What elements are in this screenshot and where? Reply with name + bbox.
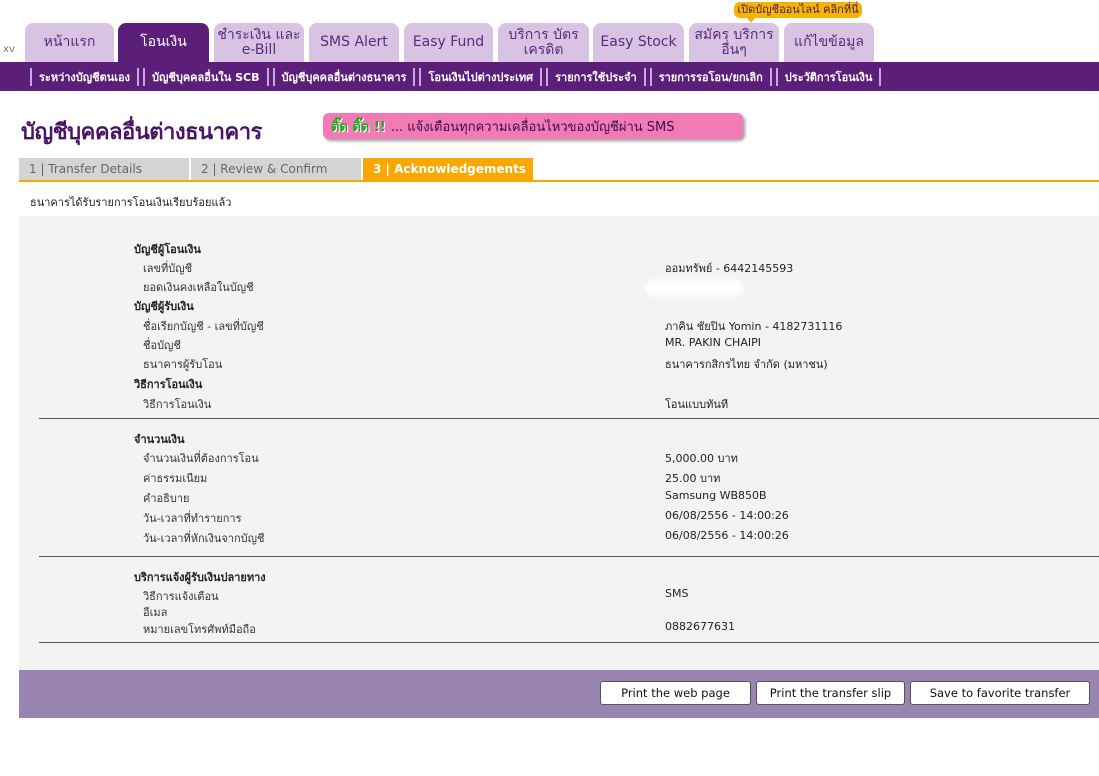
to-name-label: ชื่อบัญชี [143, 339, 181, 352]
tab-home[interactable]: หน้าแรก [25, 23, 114, 62]
method-value: โอนแบบทันที [665, 398, 729, 411]
print-transfer-slip-button[interactable]: Print the transfer slip [756, 681, 905, 705]
print-web-page-button[interactable]: Print the web page [600, 681, 751, 705]
subnav-own-accounts[interactable]: ระหว่างบัญชีตนเอง [30, 67, 140, 86]
section-to-account: บัญชีผู้รับเงิน [134, 300, 194, 313]
top-navigation: xv เปิดบัญชีออนไลน์ คลิกที่นี่ หน้าแรก โ… [0, 0, 1099, 62]
description-label: คำอธิบาย [143, 492, 190, 505]
steps-divider [19, 180, 1099, 182]
to-bank-value: ธนาคารกสิกรไทย จำกัด (มหาชน) [665, 358, 828, 371]
section-notify-recipient: บริการแจ้งผู้รับเงินปลายทาง [134, 571, 266, 584]
to-name-value: MR. PAKIN CHAIPI [665, 336, 761, 349]
subnav-history[interactable]: ประวัติการโอนเงิน [775, 67, 882, 86]
phone-value: 0882677631 [665, 620, 735, 633]
divider-1 [39, 418, 1099, 419]
transaction-time-value: 06/08/2556 - 14:00:26 [665, 509, 789, 522]
to-alias-value: ภาคิน ชัยปิน Yomin - 4182731116 [665, 320, 843, 333]
from-account-label: เลขที่บัญชี [143, 262, 193, 275]
tab-transfer[interactable]: โอนเงิน [118, 23, 209, 62]
description-value: Samsung WB850B [665, 489, 767, 502]
section-transfer-method: วิธีการโอนเงิน [134, 378, 203, 391]
fee-label: ค่าธรรมเนียม [143, 472, 208, 485]
sms-banner-text: ... แจ้งเตือนทุกความเคลื่อนไหวของบัญชีผ่… [390, 119, 675, 135]
divider-3 [39, 642, 1099, 643]
step-transfer-details: 1 | Transfer Details [19, 158, 189, 180]
debit-time-label: วัน-เวลาที่หักเงินจากบัญชี [143, 532, 265, 545]
balance-label: ยอดเงินคงเหลือในบัญชี [143, 281, 254, 294]
step-acknowledgements: 3 | Acknowledgements [363, 158, 533, 180]
tab-easy-fund[interactable]: Easy Fund [404, 23, 493, 62]
step-review-confirm: 2 | Review & Confirm [191, 158, 361, 180]
xv-label: xv [3, 44, 15, 55]
subnav-international[interactable]: โอนเงินไปต่างประเทศ [419, 67, 543, 86]
fee-value: 25.00 บาท [665, 472, 721, 485]
subnav-frequent[interactable]: รายการใช้ประจำ [546, 67, 646, 86]
subnav-scb-accounts[interactable]: บัญชีบุคคลอื่นใน SCB [143, 67, 269, 86]
transfer-subnav: ระหว่างบัญชีตนเอง บัญชีบุคคลอื่นใน SCB บ… [0, 62, 1099, 91]
tab-edit-profile[interactable]: แก้ไขข้อมูล [784, 23, 874, 62]
section-amount: จำนวนเงิน [134, 433, 185, 446]
section-from-account: บัญชีผู้โอนเงิน [134, 243, 201, 256]
from-account-value: ออมทรัพย์ - 6442145593 [665, 262, 794, 275]
tab-sms-alert[interactable]: SMS Alert [309, 23, 399, 62]
sms-banner-highlight: ติ๊ด ติ๊ด !! [331, 119, 386, 135]
tab-bill-payment[interactable]: ชำระเงิน และ e-Bill [214, 23, 304, 62]
page-title: บัญชีบุคคลอื่นต่างธนาคาร [21, 120, 262, 145]
tab-easy-stock[interactable]: Easy Stock [593, 23, 684, 62]
phone-label: หมายเลขโทรศัพท์มือถือ [143, 623, 256, 636]
method-label: วิธีการโอนเงิน [143, 398, 212, 411]
tab-credit-card[interactable]: บริการ บัตรเครดิต [498, 23, 589, 62]
amount-value: 5,000.00 บาท [665, 452, 738, 465]
transaction-time-label: วัน-เวลาที่ทำรายการ [143, 512, 242, 525]
tab-other-services[interactable]: สมัคร บริการอื่นๆ [689, 23, 779, 62]
to-alias-label: ชื่อเรียกบัญชี - เลขที่บัญชี [143, 320, 264, 333]
email-label: อีเมล [143, 606, 168, 619]
subnav-other-bank[interactable]: บัญชีบุคคลอื่นต่างธนาคาร [272, 67, 416, 86]
balance-redacted [648, 283, 740, 293]
debit-time-value: 06/08/2556 - 14:00:26 [665, 529, 789, 542]
to-bank-label: ธนาคารผู้รับโอน [143, 358, 223, 371]
divider-2 [39, 556, 1099, 557]
subnav-pending[interactable]: รายการรอโอน/ยกเลิก [649, 67, 772, 86]
open-account-promo[interactable]: เปิดบัญชีออนไลน์ คลิกที่นี่ [734, 2, 862, 23]
confirmation-message: ธนาคารได้รับรายการโอนเงินเรียบร้อยแล้ว [30, 196, 232, 209]
amount-label: จำนวนเงินที่ต้องการโอน [143, 452, 259, 465]
sms-promo-banner[interactable]: ติ๊ด ติ๊ด !! ... แจ้งเตือนทุกความเคลื่อน… [323, 113, 743, 139]
notify-method-value: SMS [665, 587, 689, 600]
save-favorite-button[interactable]: Save to favorite transfer [910, 681, 1090, 705]
